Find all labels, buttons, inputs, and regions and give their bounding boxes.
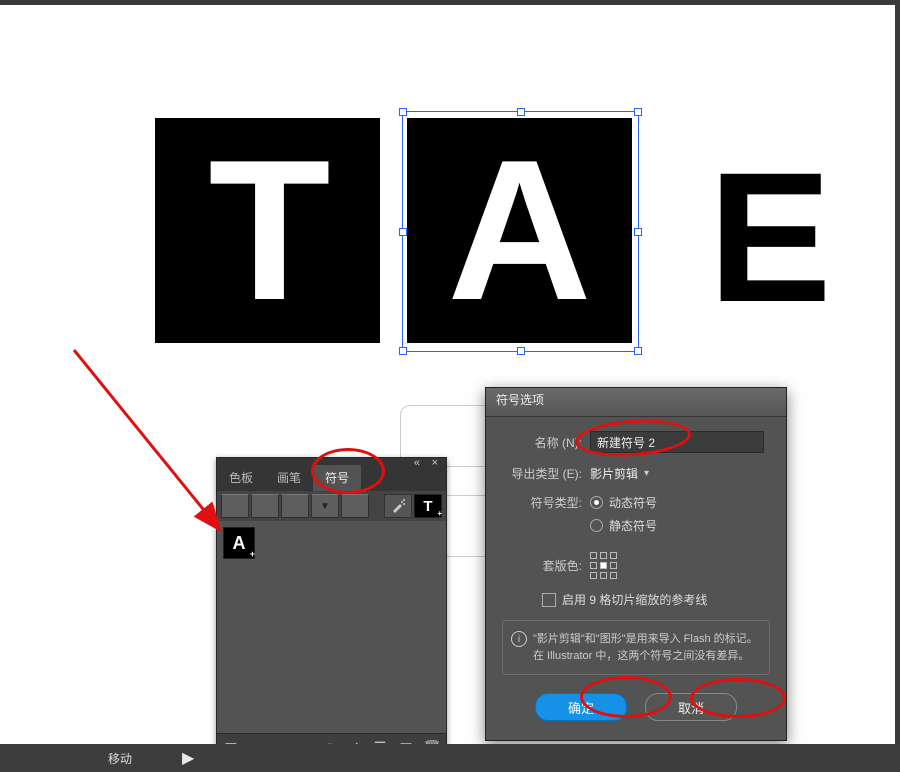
selection-handle[interactable] <box>399 228 407 236</box>
symbol-thumbnail-a[interactable]: A + <box>223 527 255 559</box>
selection-handle[interactable] <box>399 108 407 116</box>
toolbar-button[interactable] <box>281 494 309 518</box>
status-text: 移动 <box>108 750 132 767</box>
radio-dynamic[interactable]: 动态符号 <box>590 494 657 511</box>
dialog-title[interactable]: 符号选项 <box>486 388 786 417</box>
thumb-letter: A <box>233 533 246 554</box>
panel-menu-icon[interactable]: « <box>414 457 420 469</box>
selection-handle[interactable] <box>399 347 407 355</box>
tab-symbols[interactable]: 符号 <box>313 463 361 491</box>
row-nine-slice[interactable]: 启用 9 格切片缩放的参考线 <box>542 591 770 608</box>
row-registration: 套版色: <box>502 552 770 579</box>
registration-label: 套版色: <box>502 557 590 574</box>
status-arrow-icon: ▶ <box>182 748 194 768</box>
radio-label: 动态符号 <box>609 494 657 511</box>
selection-handle[interactable] <box>517 347 525 355</box>
type-label: 符号类型: <box>502 494 590 511</box>
symbols-panel[interactable]: « × 色板 画笔 符号 ▼ T + A + <box>216 457 447 761</box>
panel-body[interactable]: A + <box>217 521 446 738</box>
tab-brushes[interactable]: 画笔 <box>265 464 313 491</box>
plus-icon: + <box>437 509 442 518</box>
info-text: "影片剪辑"和"图形"是用来导入 Flash 的标记。在 Illustrator… <box>533 633 758 662</box>
symbol-sprayer-icon[interactable] <box>384 494 412 518</box>
registration-grid[interactable] <box>590 552 617 579</box>
symbol-options-dialog[interactable]: 符号选项 名称 (N): 导出类型 (E): 影片剪辑 ▾ 符号类型: 动态符号 <box>485 387 787 741</box>
panel-toolbar: ▼ T + <box>217 491 446 521</box>
ok-button[interactable]: 确定 <box>535 693 627 721</box>
toolbar-button[interactable] <box>341 494 369 518</box>
artwork-tile-t[interactable]: T <box>155 118 380 343</box>
app-frame-right <box>895 0 900 772</box>
info-icon: i <box>511 631 527 647</box>
name-input[interactable] <box>590 431 764 453</box>
name-label: 名称 (N): <box>502 434 590 451</box>
export-label: 导出类型 (E): <box>502 465 590 482</box>
letter-e: E <box>708 132 831 344</box>
radio-dot-icon <box>590 496 603 509</box>
selection-handle[interactable] <box>634 347 642 355</box>
panel-titlebar[interactable]: « × <box>217 458 446 465</box>
row-export: 导出类型 (E): 影片剪辑 ▾ <box>502 465 770 482</box>
info-box: i "影片剪辑"和"图形"是用来导入 Flash 的标记。在 Illustrat… <box>502 620 770 675</box>
radio-label: 静态符号 <box>609 517 657 534</box>
preset-letter: T <box>423 498 432 515</box>
selection-handle[interactable] <box>634 108 642 116</box>
selection-bounding-box[interactable] <box>402 111 639 352</box>
chevron-down-icon: ▾ <box>644 468 649 479</box>
radio-static[interactable]: 静态符号 <box>590 517 657 534</box>
checkbox-icon[interactable] <box>542 593 556 607</box>
artwork-letter-e[interactable]: E <box>680 148 860 328</box>
row-type: 符号类型: 动态符号 静态符号 <box>502 494 770 540</box>
letter-t: T <box>208 116 326 346</box>
panel-tabs: 色板 画笔 符号 <box>217 465 446 491</box>
selection-handle[interactable] <box>634 228 642 236</box>
panel-close-icon[interactable]: × <box>432 457 438 469</box>
selection-handle[interactable] <box>517 108 525 116</box>
symbol-preset-t[interactable]: T + <box>414 494 442 518</box>
export-type-select[interactable]: 影片剪辑 ▾ <box>590 465 649 482</box>
dialog-buttons: 确定 取消 <box>502 693 770 721</box>
status-bar: 移动 ▶ <box>0 744 900 772</box>
export-value: 影片剪辑 <box>590 465 638 482</box>
radio-dot-icon <box>590 519 603 532</box>
toolbar-button[interactable] <box>251 494 279 518</box>
plus-icon: + <box>250 549 255 559</box>
toolbar-button[interactable] <box>221 494 249 518</box>
canvas[interactable]: T A E « × 色板 画笔 符号 ▼ <box>5 5 895 742</box>
dialog-body: 名称 (N): 导出类型 (E): 影片剪辑 ▾ 符号类型: 动态符号 <box>486 417 786 735</box>
tab-swatches[interactable]: 色板 <box>217 464 265 491</box>
toolbar-dropdown[interactable]: ▼ <box>311 494 339 518</box>
row-name: 名称 (N): <box>502 431 770 453</box>
cancel-button[interactable]: 取消 <box>645 693 737 721</box>
nine-slice-label: 启用 9 格切片缩放的参考线 <box>562 591 707 608</box>
